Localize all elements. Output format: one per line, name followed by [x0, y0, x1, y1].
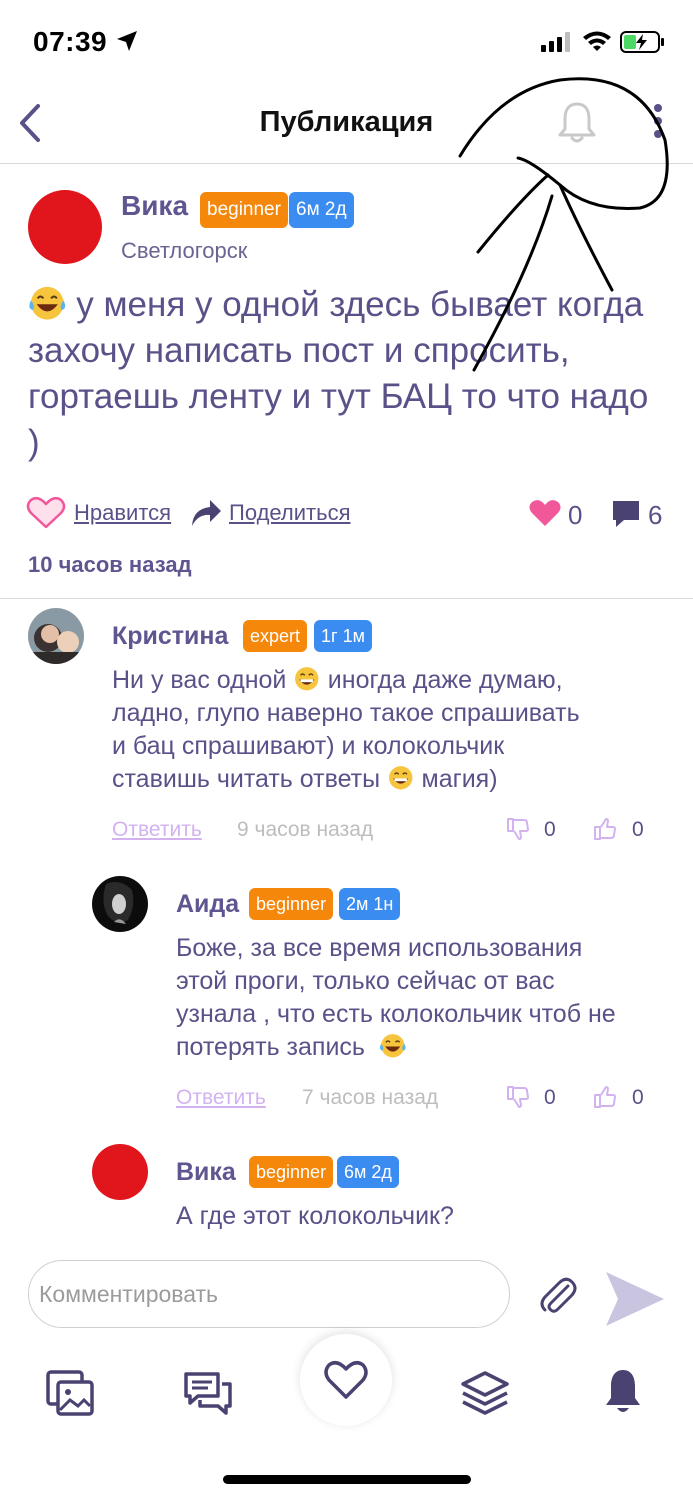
home-indicator [223, 1475, 471, 1484]
reply-button[interactable]: Ответить [112, 818, 202, 842]
chat-icon[interactable] [184, 1372, 232, 1416]
cellular-signal-icon [541, 32, 570, 52]
navigation-bar: Публикация [0, 80, 693, 164]
avatar[interactable] [92, 876, 148, 932]
comment-text-line: потерять запись [176, 1033, 365, 1061]
comment-timestamp: 7 часов назад [302, 1086, 439, 1109]
comment-text-line: магия) [421, 765, 498, 793]
likes-count: 0 [632, 818, 644, 841]
location-arrow-icon [117, 31, 137, 51]
comment-text-line: иногда даже думаю, [327, 666, 563, 694]
dislikes-count: 0 [544, 1086, 556, 1109]
comment-text-line: и бац спрашивают) и колокольчик [112, 732, 505, 760]
share-button[interactable]: Поделиться [229, 500, 350, 526]
thumbs-down-icon[interactable] [506, 817, 530, 841]
grinning-emoji-icon [389, 766, 413, 790]
comment-input[interactable] [28, 1260, 510, 1328]
comment-timestamp: 9 часов назад [237, 818, 374, 841]
avatar[interactable] [28, 190, 102, 264]
thumbs-down-icon[interactable] [506, 1085, 530, 1109]
comment-author-name[interactable]: Аида [176, 890, 239, 919]
heart-outline-icon [324, 1361, 368, 1399]
comment-text-line: Ни у вас одной [112, 666, 287, 694]
comment-text: Ни у вас одной иногда даже думаю, ладно,… [112, 664, 580, 796]
avatar[interactable] [92, 1144, 148, 1200]
level-badge: beginner [249, 1156, 334, 1188]
comment-text-line: ставишь читать ответы [112, 765, 381, 793]
laughing-tears-emoji-icon [29, 286, 66, 320]
level-badge: beginner [200, 192, 288, 228]
comment-text: А где этот колокольчик? [176, 1202, 454, 1230]
divider [0, 598, 693, 599]
level-badge: expert [243, 620, 308, 652]
post-text-body: у меня у одной здесь бывает когда захочу… [28, 285, 649, 462]
send-icon[interactable] [604, 1270, 666, 1328]
thumbs-up-icon[interactable] [593, 817, 617, 841]
heart-filled-icon [529, 500, 561, 526]
dislikes-count: 0 [544, 818, 556, 841]
bell-icon[interactable] [556, 100, 598, 146]
thumbs-up-icon[interactable] [593, 1085, 617, 1109]
post-timestamp: 10 часов назад [28, 552, 192, 577]
photos-icon[interactable] [46, 1370, 94, 1416]
layers-icon[interactable] [460, 1370, 510, 1416]
heart-outline-icon[interactable] [26, 496, 66, 530]
more-vertical-icon[interactable] [648, 102, 668, 142]
level-badge: beginner [249, 888, 334, 920]
bell-icon[interactable] [603, 1368, 643, 1416]
comment-author-name[interactable]: Кристина [112, 622, 228, 651]
comment-text-line: этой проги, только сейчас от вас [176, 967, 555, 995]
comments-count: 6 [648, 500, 663, 530]
likes-count: 0 [632, 1086, 644, 1109]
avatar[interactable] [28, 608, 84, 664]
wifi-icon [583, 31, 611, 51]
comment-icon [613, 501, 639, 527]
duration-badge: 2м 1н [339, 888, 401, 920]
comment-author-name[interactable]: Вика [176, 1158, 236, 1187]
comment-text-line: Боже, за все время использования [176, 934, 583, 962]
tab-favorites[interactable] [300, 1334, 392, 1426]
duration-badge: 6м 2д [289, 192, 354, 228]
status-bar: 07:39 [0, 0, 693, 80]
status-time: 07:39 [33, 26, 108, 57]
duration-badge: 1г 1м [314, 620, 372, 652]
post-author-name[interactable]: Вика [121, 190, 188, 222]
duration-badge: 6м 2д [337, 1156, 399, 1188]
reply-button[interactable]: Ответить [176, 1086, 266, 1110]
battery-icon [620, 31, 664, 53]
laughing-tears-emoji-icon [379, 1034, 406, 1058]
post-city: Светлогорск [121, 238, 248, 263]
paperclip-icon[interactable] [538, 1274, 578, 1316]
comment-text: Боже, за все время использования этой пр… [176, 932, 616, 1064]
grinning-emoji-icon [295, 667, 319, 691]
comment-text-line: узнала , что есть колокольчик чтоб не [176, 1000, 616, 1028]
post-text: у меня у одной здесь бывает когда захочу… [28, 282, 658, 466]
share-arrow-icon[interactable] [190, 498, 222, 528]
comment-text-line: ладно, глупо наверно такое спрашивать [112, 699, 580, 727]
likes-count: 0 [568, 500, 583, 530]
like-button[interactable]: Нравится [74, 500, 171, 526]
